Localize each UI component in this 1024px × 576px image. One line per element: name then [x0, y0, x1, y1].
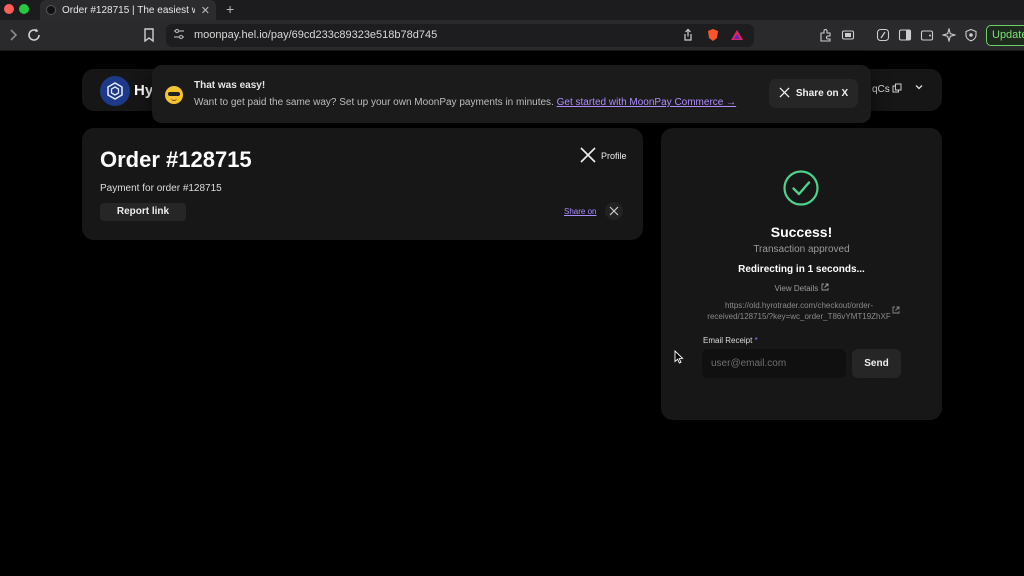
browser-update-button[interactable]: Update [986, 25, 1024, 46]
view-details-link[interactable]: View Details [661, 283, 942, 293]
leo-ai-icon[interactable] [876, 28, 890, 42]
reload-icon[interactable] [26, 27, 42, 43]
success-subtitle: Transaction approved [753, 244, 850, 255]
vpn-shield-icon[interactable] [964, 28, 978, 42]
window-close-button[interactable] [4, 4, 14, 14]
bookmark-icon[interactable] [141, 27, 157, 43]
external-link-icon [821, 283, 829, 293]
promo-toast: That was easy! Want to get paid the same… [152, 65, 871, 123]
brave-rewards-icon[interactable] [730, 28, 744, 42]
url-text: moonpay.hel.io/pay/69cd233c89323e518b78d… [194, 29, 438, 41]
order-card: Order #128715 Payment for order #128715 … [82, 128, 643, 240]
order-title: Order #128715 [100, 147, 252, 172]
chevron-down-icon[interactable] [914, 82, 924, 95]
share-on-link[interactable]: Share on [564, 207, 596, 216]
tab-close-icon[interactable]: ✕ [201, 4, 210, 17]
browser-toolbar: moonpay.hel.io/pay/69cd233c89323e518b78d… [0, 20, 1024, 51]
share-on-x-label: Share on X [795, 88, 849, 99]
browser-tab-bar: Order #128715 | The easiest w ✕ + [0, 0, 1024, 20]
toast-title: That was easy! [194, 80, 266, 91]
toast-message: Want to get paid the same way? Set up yo… [194, 97, 554, 108]
x-logo-icon [579, 146, 597, 166]
x-profile-link[interactable]: Profile [579, 146, 627, 166]
merchant-name: Hy [134, 82, 154, 99]
cool-emoji-icon [165, 86, 183, 104]
browser-tab[interactable]: Order #128715 | The easiest w ✕ [40, 0, 216, 20]
forward-arrow-icon[interactable] [5, 27, 21, 43]
favicon-icon [46, 5, 56, 15]
share-on-x-button[interactable]: Share on X [769, 79, 858, 108]
success-check-icon [783, 170, 819, 206]
tab-title: Order #128715 | The easiest w [62, 4, 195, 16]
ai-sparkle-icon[interactable] [940, 26, 958, 44]
media-icon[interactable] [841, 28, 855, 42]
wallet-icon[interactable] [920, 28, 934, 42]
share-x-icon[interactable] [605, 202, 623, 220]
view-details-label: View Details [774, 284, 819, 293]
brave-shields-icon[interactable] [706, 28, 720, 42]
share-page-icon[interactable] [681, 28, 695, 42]
required-marker: * [754, 336, 758, 345]
toast-body: Want to get paid the same way? Set up yo… [194, 97, 736, 108]
profile-label: Profile [601, 151, 627, 161]
get-started-link[interactable]: Get started with MoonPay Commerce → [557, 97, 737, 108]
redirect-url-link[interactable]: https://old.hyrotrader.com/checkout/orde… [704, 300, 894, 322]
report-link-button[interactable]: Report link [100, 203, 186, 221]
email-input[interactable] [702, 349, 846, 378]
address-bar[interactable]: moonpay.hel.io/pay/69cd233c89323e518b78d… [166, 24, 754, 47]
window-maximize-button[interactable] [19, 4, 29, 14]
email-receipt-label: Email Receipt * [703, 336, 758, 345]
wallet-address[interactable]: qCs [872, 84, 890, 95]
merchant-logo-icon [100, 76, 130, 106]
success-title: Success! [770, 224, 833, 240]
extensions-puzzle-icon[interactable] [819, 28, 833, 42]
mouse-cursor-icon [674, 349, 684, 364]
redirect-countdown: Redirecting in 1 seconds... [738, 264, 865, 275]
site-settings-icon[interactable] [173, 28, 185, 43]
email-receipt-text: Email Receipt [703, 336, 753, 345]
new-tab-button[interactable]: + [226, 1, 234, 17]
sidebar-toggle-icon[interactable] [898, 28, 912, 42]
external-link-icon[interactable] [892, 306, 900, 316]
x-logo-icon [779, 86, 790, 101]
success-card: Success! Transaction approved Redirectin… [661, 128, 942, 420]
order-description: Payment for order #128715 [100, 183, 222, 194]
copy-icon[interactable] [892, 83, 902, 96]
send-receipt-button[interactable]: Send [852, 349, 901, 378]
